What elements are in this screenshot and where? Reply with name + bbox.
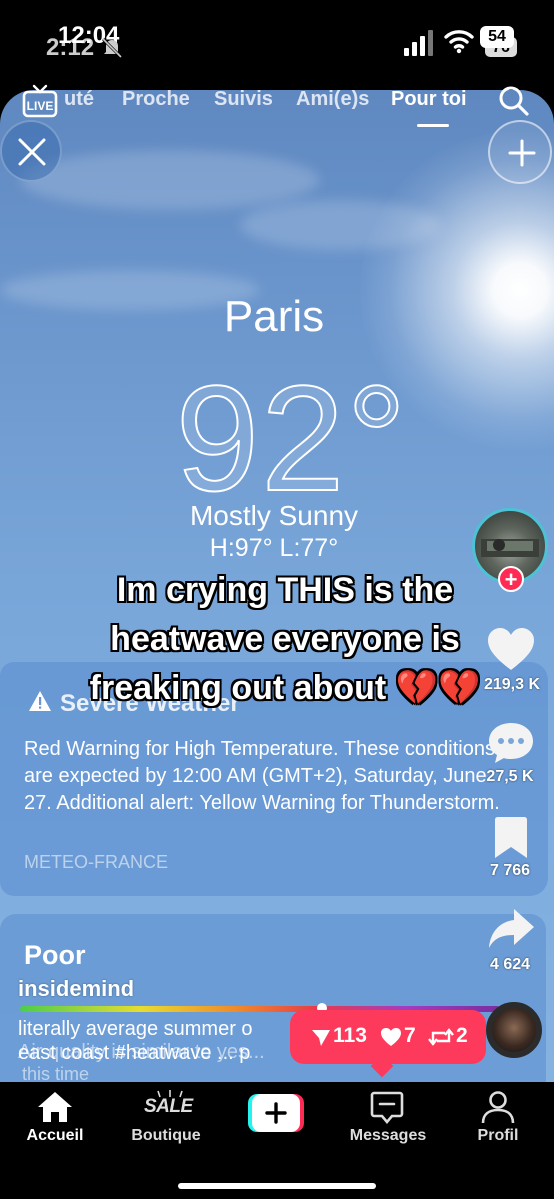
tab-explore[interactable]: uté xyxy=(64,88,94,111)
nav-profile-label[interactable]: Profil xyxy=(443,1127,553,1145)
tab-following[interactable]: Suivis xyxy=(214,88,273,111)
follow-button[interactable]: + xyxy=(498,566,524,592)
popup-reposts-count: 2 xyxy=(456,1024,468,1047)
post-description-line[interactable]: literally average summer o xyxy=(18,1018,253,1041)
messages-icon[interactable] xyxy=(368,1090,406,1124)
nav-messages-label[interactable]: Messages xyxy=(333,1127,443,1145)
send-icon xyxy=(312,1030,330,1046)
heart-icon[interactable] xyxy=(486,626,536,672)
battery-indicator: 76 54 xyxy=(480,26,518,58)
mute-bell-icon xyxy=(101,37,123,59)
video-caption: Im crying THIS is the heatwave everyone … xyxy=(40,566,530,713)
popup-views-count: 113 xyxy=(333,1024,367,1047)
weather-city: Paris xyxy=(223,292,325,341)
author-username[interactable]: insidemind xyxy=(18,976,134,1002)
air-quality-level: Poor xyxy=(24,940,86,970)
wifi-icon xyxy=(444,30,474,54)
home-indicator xyxy=(178,1183,376,1189)
tab-nearby[interactable]: Proche xyxy=(122,88,190,111)
share-count: 4 624 xyxy=(489,956,531,973)
caption-line: freaking out about 💔💔 xyxy=(89,669,481,707)
weather-close-button xyxy=(0,120,62,182)
cloud-streak xyxy=(20,150,320,210)
alert-source: METEO-FRANCE xyxy=(24,852,168,872)
tab-friends[interactable]: Ami(e)s xyxy=(296,88,369,111)
active-tab-indicator xyxy=(417,124,449,127)
home-icon[interactable] xyxy=(36,1090,74,1124)
like-count: 219,3 K xyxy=(483,676,541,693)
bookmark-icon[interactable] xyxy=(486,814,536,860)
bookmark-count: 7 766 xyxy=(489,862,531,879)
live-label: LIVE xyxy=(27,99,54,113)
alert-body: Red Warning for High Temperature. These … xyxy=(24,738,500,814)
weather-add-button xyxy=(488,120,552,184)
cellular-signal-icon xyxy=(404,30,433,56)
profile-icon[interactable] xyxy=(479,1090,517,1124)
create-button[interactable] xyxy=(248,1094,304,1132)
plus-icon xyxy=(508,139,536,167)
battery-level: 54 xyxy=(480,26,514,48)
comment-count: 27,5 K xyxy=(486,768,534,785)
comment-icon[interactable] xyxy=(486,720,536,766)
weather-condition: Mostly Sunny xyxy=(189,500,359,531)
live-tv-icon[interactable]: LIVE xyxy=(22,84,58,118)
search-icon[interactable] xyxy=(496,84,532,118)
status-bar: 2:12 12:04 76 54 xyxy=(0,0,554,90)
caption-line: heatwave everyone is xyxy=(110,620,460,658)
post-description-line[interactable]: east coast #heatwave ... p xyxy=(18,1042,250,1065)
sale-sparkle-icon xyxy=(157,1090,183,1098)
repost-icon xyxy=(428,1028,454,1046)
tab-for-you[interactable]: Pour toi xyxy=(391,88,467,111)
popup-heart-icon xyxy=(381,1028,401,1046)
nav-shop-label[interactable]: Boutique xyxy=(111,1127,221,1145)
caption-line: Im crying THIS is the xyxy=(116,571,454,609)
close-icon xyxy=(18,138,46,166)
sale-badge[interactable]: SALE xyxy=(144,1096,193,1118)
top-nav: LIVE uté Proche Suivis Ami(e)s Pour toi xyxy=(0,84,554,127)
music-disc[interactable] xyxy=(486,1002,542,1058)
popup-likes-count: 7 xyxy=(404,1024,416,1047)
nav-home-label[interactable]: Accueil xyxy=(0,1127,110,1145)
weather-high-low: H:97° L:77° xyxy=(209,534,339,562)
share-icon[interactable] xyxy=(486,906,536,952)
